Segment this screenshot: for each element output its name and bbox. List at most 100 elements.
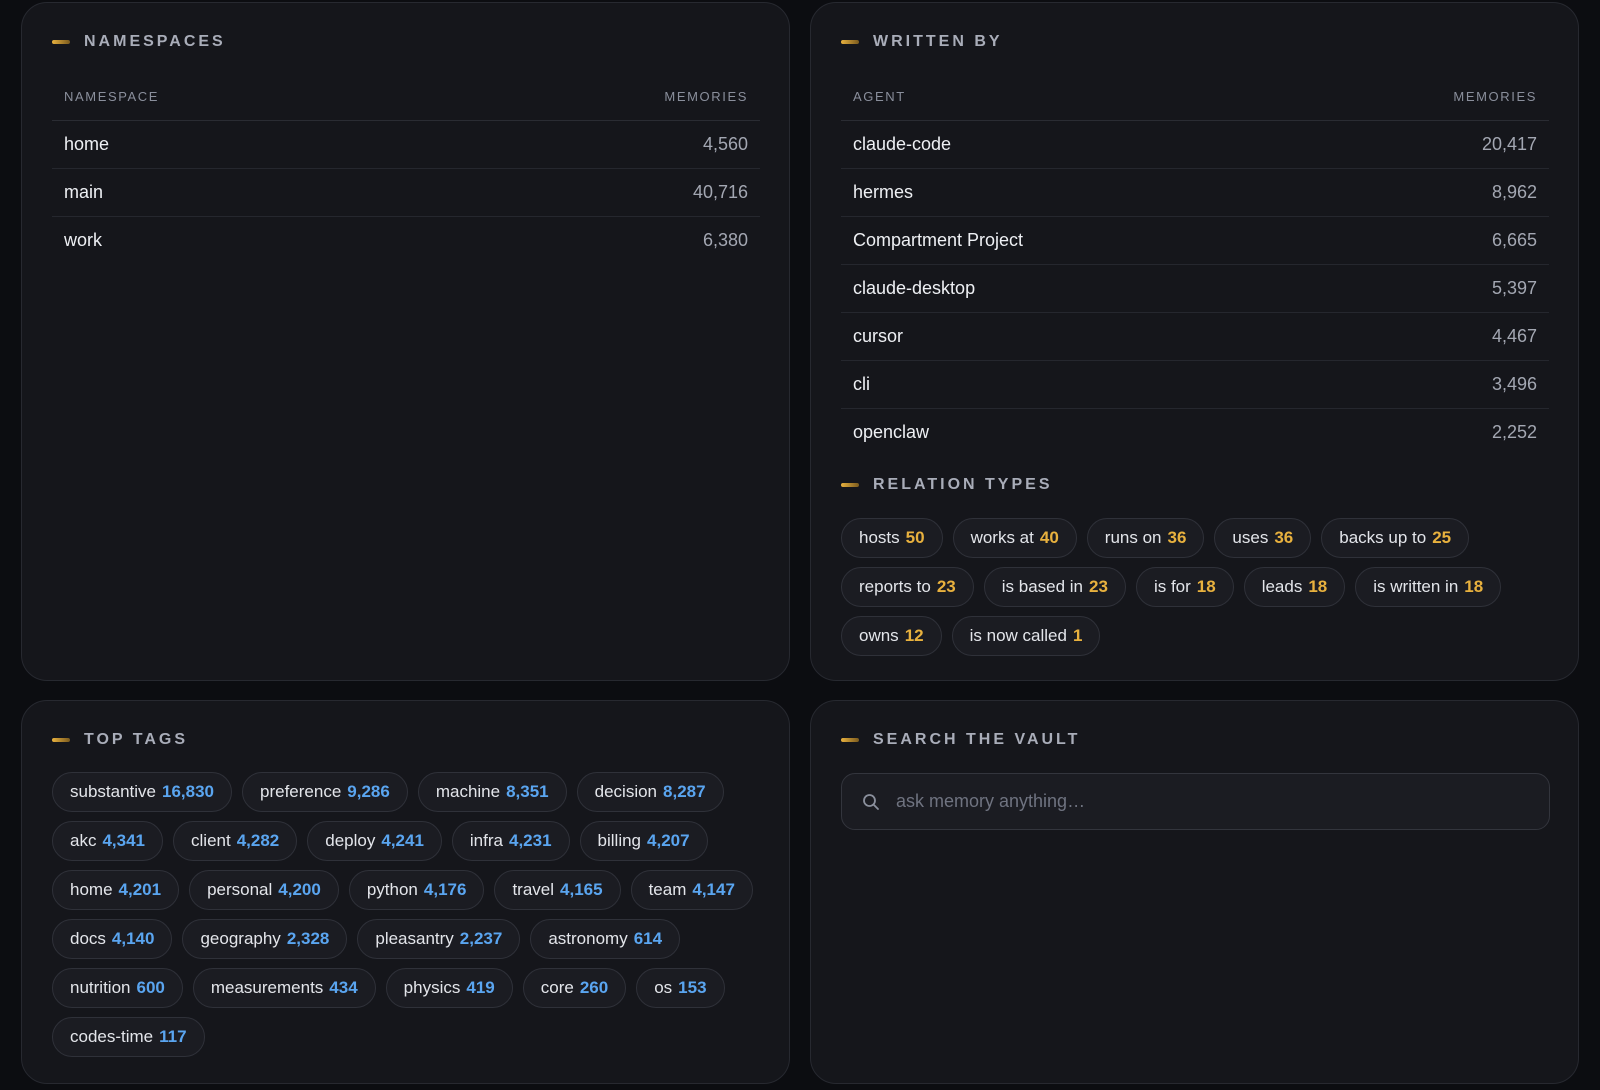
- pill-label: docs: [70, 929, 106, 948]
- table-row[interactable]: main 40,716: [52, 168, 760, 217]
- pill-label: is for: [1153, 577, 1191, 596]
- written-by-title: WRITTEN BY: [873, 33, 1003, 50]
- tag-pill[interactable]: docs 4,140: [52, 919, 173, 959]
- pill-label: astronomy: [548, 929, 628, 948]
- pill-label: core: [540, 978, 574, 997]
- pill-count: 23: [936, 577, 956, 596]
- section-dash-icon: [52, 738, 70, 742]
- relation-pill[interactable]: works at 40: [952, 518, 1077, 558]
- tag-pill[interactable]: preference 9,286: [242, 772, 408, 812]
- tag-pill[interactable]: decision 8,287: [576, 772, 724, 812]
- relation-pill[interactable]: uses 36: [1214, 518, 1312, 558]
- pill-count: 2,328: [286, 929, 330, 948]
- pill-label: infra: [469, 831, 503, 850]
- pill-count: 4,147: [692, 880, 735, 899]
- tag-pill[interactable]: client 4,282: [173, 821, 298, 861]
- table-row[interactable]: hermes 8,962: [841, 168, 1549, 217]
- table-row[interactable]: claude-code 20,417: [841, 120, 1549, 169]
- search-box[interactable]: [841, 773, 1550, 830]
- relation-pill[interactable]: is written in 18: [1355, 567, 1502, 607]
- namespace-name: main: [52, 168, 424, 217]
- tag-pill[interactable]: substantive 16,830: [52, 772, 232, 812]
- agent-name: claude-desktop: [841, 264, 1297, 313]
- pill-label: reports to: [859, 577, 931, 596]
- search-input[interactable]: [896, 774, 1529, 829]
- table-row[interactable]: claude-desktop 5,397: [841, 264, 1549, 313]
- table-row[interactable]: home 4,560: [52, 120, 760, 169]
- tag-pill[interactable]: team 4,147: [630, 870, 753, 910]
- memory-count: 20,417: [1296, 120, 1549, 169]
- tag-pill[interactable]: measurements 434: [192, 968, 376, 1008]
- pill-count: 614: [633, 929, 663, 948]
- table-row[interactable]: work 6,380: [52, 216, 760, 264]
- pill-label: backs up to: [1339, 528, 1427, 547]
- section-dash-icon: [841, 738, 859, 742]
- relation-pill[interactable]: owns 12: [841, 616, 942, 656]
- tag-pill[interactable]: travel 4,165: [494, 870, 621, 910]
- pill-label: home: [70, 880, 113, 899]
- pill-label: preference: [260, 782, 342, 801]
- pill-count: 1: [1072, 626, 1083, 645]
- pill-count: 40: [1039, 528, 1059, 547]
- pill-label: deploy: [325, 831, 376, 850]
- pill-count: 4,201: [118, 880, 162, 899]
- written-by-header: WRITTEN BY: [841, 33, 1003, 51]
- memory-count: 6,380: [702, 229, 748, 250]
- table-row[interactable]: openclaw 2,252: [841, 408, 1549, 456]
- tag-pill[interactable]: pleasantry 2,237: [357, 919, 521, 959]
- section-dash-icon: [841, 483, 859, 487]
- tag-pill[interactable]: codes-time 117: [52, 1017, 205, 1057]
- pill-count: 434: [329, 978, 358, 997]
- relation-pill[interactable]: is based in 23: [983, 567, 1126, 607]
- table-row[interactable]: Compartment Project 6,665: [841, 216, 1549, 265]
- relation-pill[interactable]: hosts 50: [841, 518, 943, 558]
- table-row[interactable]: cli 3,496: [841, 360, 1549, 409]
- memory-count: 2,252: [1491, 421, 1537, 442]
- tag-pill[interactable]: deploy 4,241: [307, 821, 442, 861]
- memory-count: 5,397: [1296, 264, 1549, 313]
- namespaces-panel: NAMESPACES NAMESPACE MEMORIES home 4,560…: [21, 2, 790, 681]
- tag-pill[interactable]: infra 4,231: [451, 821, 570, 861]
- pill-label: substantive: [70, 782, 156, 801]
- tag-pill[interactable]: geography 2,328: [182, 919, 348, 959]
- table-row[interactable]: cursor 4,467: [841, 312, 1549, 361]
- pill-label: measurements: [210, 978, 324, 997]
- tag-pill[interactable]: core 260: [522, 968, 627, 1008]
- tag-pill[interactable]: home 4,201: [52, 870, 180, 910]
- tag-pill[interactable]: os 153: [636, 968, 725, 1008]
- pill-count: 18: [1196, 577, 1216, 596]
- memories-column-header: MEMORIES: [1296, 74, 1549, 121]
- pill-count: 419: [466, 978, 495, 997]
- relation-pill[interactable]: leads 18: [1243, 567, 1346, 607]
- memory-count: 3,496: [1296, 360, 1549, 409]
- relation-pill[interactable]: is now called 1: [951, 616, 1101, 656]
- pill-label: works at: [970, 528, 1034, 547]
- agent-name: Compartment Project: [841, 216, 1297, 265]
- namespaces-header: NAMESPACES: [52, 33, 226, 51]
- relation-pill[interactable]: reports to 23: [841, 567, 974, 607]
- tag-pill[interactable]: personal 4,200: [189, 870, 339, 910]
- namespace-column-header: NAMESPACE: [52, 74, 424, 121]
- tag-pill[interactable]: physics 419: [385, 968, 513, 1008]
- tag-pill[interactable]: python 4,176: [348, 870, 485, 910]
- pill-label: codes-time: [70, 1027, 154, 1046]
- agent-column-header: AGENT: [841, 74, 1297, 121]
- tag-pill[interactable]: akc 4,341: [52, 821, 164, 861]
- section-dash-icon: [841, 40, 859, 44]
- relation-pill[interactable]: backs up to 25: [1321, 518, 1470, 558]
- pill-label: machine: [435, 782, 501, 801]
- search-title: SEARCH THE VAULT: [873, 731, 1081, 748]
- tag-pill[interactable]: billing 4,207: [579, 821, 708, 861]
- tag-pill[interactable]: nutrition 600: [52, 968, 183, 1008]
- pill-label: hosts: [859, 528, 900, 547]
- memory-count: 4,560: [423, 120, 760, 169]
- relation-pill[interactable]: is for 18: [1135, 567, 1234, 607]
- search-panel: SEARCH THE VAULT: [810, 700, 1579, 1084]
- tag-pill[interactable]: machine 8,351: [417, 772, 567, 812]
- pill-label: personal: [207, 880, 273, 899]
- top-tags-header: TOP TAGS: [52, 731, 188, 749]
- tag-pill[interactable]: astronomy 614: [530, 919, 681, 959]
- relation-pill[interactable]: runs on 36: [1086, 518, 1205, 558]
- pill-count: 16,830: [162, 782, 214, 801]
- pill-label: runs on: [1104, 528, 1162, 547]
